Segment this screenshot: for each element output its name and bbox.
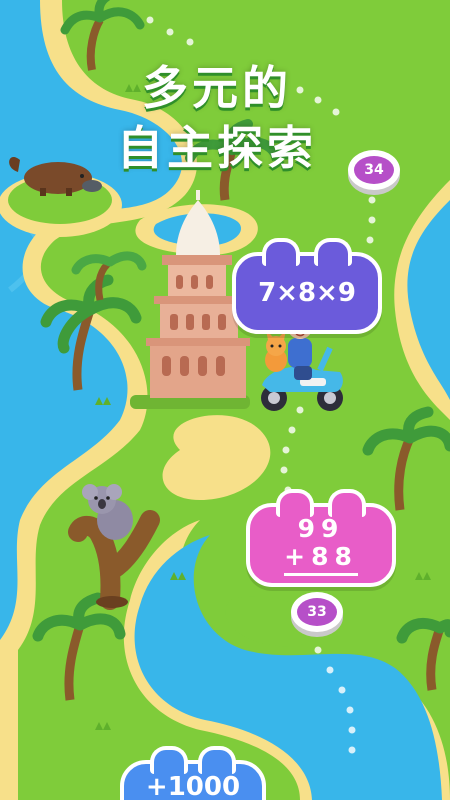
bubble-ear — [198, 746, 236, 774]
sum-line — [284, 572, 358, 576]
level-number: 34 — [354, 156, 394, 184]
math-bubble-bottom[interactable]: +1000 — [120, 746, 266, 800]
bubble-ear — [328, 489, 366, 517]
level-node-33[interactable]: 33 — [291, 592, 343, 632]
bottom-expression: +1000 — [145, 772, 241, 800]
bubble-ear — [314, 238, 352, 266]
addition-top-number: 99 — [297, 513, 345, 543]
bubble-ear — [276, 489, 314, 517]
level-number: 33 — [297, 598, 337, 626]
math-bubble-multiply[interactable]: 7×8×9 — [232, 238, 382, 334]
level-node-34[interactable]: 34 — [348, 150, 400, 190]
addition-bottom-number: +88 — [284, 541, 358, 571]
multiply-expression: 7×8×9 — [258, 278, 356, 308]
title-line-1: 多元的 — [142, 61, 292, 115]
bubble-ear — [262, 238, 300, 266]
game-map-screen: 多元的 自主探索 34 7×8×9 99 +88 33 +1000 — [0, 0, 450, 800]
bubble-ear — [150, 746, 188, 774]
math-bubble-addition[interactable]: 99 +88 — [246, 489, 396, 587]
cat-character — [265, 330, 287, 372]
